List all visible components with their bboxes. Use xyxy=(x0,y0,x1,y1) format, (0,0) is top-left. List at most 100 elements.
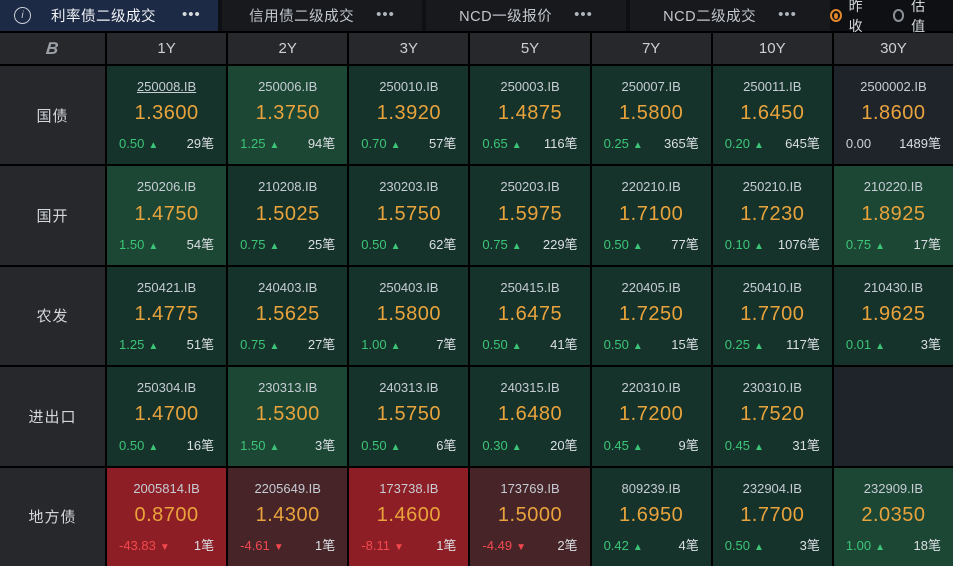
bond-code[interactable]: 240315.IB xyxy=(482,380,577,395)
bond-code[interactable]: 240313.IB xyxy=(361,380,456,395)
bond-cell[interactable]: 250006.IB1.37501.25▲94笔 xyxy=(228,66,347,164)
bond-cell[interactable]: 250210.IB1.72300.10▲1076笔 xyxy=(713,166,832,264)
bond-rate: 1.8600 xyxy=(846,102,941,125)
bond-code[interactable]: 250403.IB xyxy=(361,280,456,295)
cell-bottom-row: 0.45▲9笔 xyxy=(604,435,699,454)
tab-menu-dots-icon[interactable]: ••• xyxy=(778,6,797,23)
bond-cell[interactable]: 2500002.IB1.86000.001489笔 xyxy=(834,66,953,164)
bond-code[interactable]: 809239.IB xyxy=(604,481,699,496)
bond-code[interactable]: 250010.IB xyxy=(361,79,456,94)
bond-cell[interactable]: 240403.IB1.56250.75▲27笔 xyxy=(228,267,347,365)
bond-code[interactable]: 210430.IB xyxy=(846,280,941,295)
radio-selected-icon[interactable] xyxy=(830,9,842,22)
bond-code[interactable]: 250206.IB xyxy=(119,179,214,194)
bond-code[interactable]: 173738.IB xyxy=(361,481,456,496)
bond-code[interactable]: 250007.IB xyxy=(604,79,699,94)
bond-cell[interactable]: 232909.IB2.03501.00▲18笔 xyxy=(834,468,953,566)
change-value: 0.50▲ xyxy=(119,136,158,151)
bond-code[interactable]: 250421.IB xyxy=(119,280,214,295)
bond-code[interactable]: 230313.IB xyxy=(240,380,335,395)
bond-code[interactable]: 2205649.IB xyxy=(240,481,335,496)
bond-cell[interactable]: 250415.IB1.64750.50▲41笔 xyxy=(470,267,589,365)
trade-count: 16笔 xyxy=(187,435,214,454)
radio-1[interactable]: 昨收 xyxy=(830,0,873,36)
bond-code[interactable]: 250203.IB xyxy=(482,179,577,194)
bond-cell[interactable]: 250304.IB1.47000.50▲16笔 xyxy=(107,367,226,465)
bond-code[interactable]: 2005814.IB xyxy=(119,481,214,496)
bond-cell[interactable]: 210208.IB1.50250.75▲25笔 xyxy=(228,166,347,264)
bond-cell[interactable]: 250007.IB1.58000.25▲365笔 xyxy=(592,66,711,164)
tab-menu-dots-icon[interactable]: ••• xyxy=(182,6,201,23)
bond-cell[interactable]: 250003.IB1.48750.65▲116笔 xyxy=(470,66,589,164)
bond-cell[interactable]: 240313.IB1.57500.50▲6笔 xyxy=(349,367,468,465)
bond-code[interactable]: 250006.IB xyxy=(240,79,335,94)
radio-2[interactable]: 估值 xyxy=(893,0,936,36)
bond-cell[interactable]: 250421.IB1.47751.25▲51笔 xyxy=(107,267,226,365)
bond-cell[interactable]: 230310.IB1.75200.45▲31笔 xyxy=(713,367,832,465)
bond-cell[interactable]: 220310.IB1.72000.45▲9笔 xyxy=(592,367,711,465)
change-value: 0.10▲ xyxy=(725,237,764,252)
tab-4[interactable]: NCD二级成交••• xyxy=(630,0,830,31)
bond-code[interactable]: 230203.IB xyxy=(361,179,456,194)
change-number: -43.83 xyxy=(119,538,156,553)
bond-code[interactable]: 232909.IB xyxy=(846,481,941,496)
bond-cell[interactable]: 230313.IB1.53001.50▲3笔 xyxy=(228,367,347,465)
bond-cell[interactable]: 250206.IB1.47501.50▲54笔 xyxy=(107,166,226,264)
tab-menu-dots-icon[interactable]: ••• xyxy=(574,6,593,23)
tab-2[interactable]: 信用债二级成交••• xyxy=(222,0,422,31)
up-arrow-icon: ▲ xyxy=(754,341,764,352)
bond-cell[interactable]: 220210.IB1.71000.50▲77笔 xyxy=(592,166,711,264)
bond-cell[interactable]: 250203.IB1.59750.75▲229笔 xyxy=(470,166,589,264)
bond-cell[interactable]: 210220.IB1.89250.75▲17笔 xyxy=(834,166,953,264)
column-header-3Y: 3Y xyxy=(349,33,468,64)
up-arrow-icon: ▲ xyxy=(512,140,522,151)
bond-cell[interactable]: 250008.IB1.36000.50▲29笔 xyxy=(107,66,226,164)
bond-code[interactable]: 210208.IB xyxy=(240,179,335,194)
bond-code[interactable]: 250415.IB xyxy=(482,280,577,295)
bond-code[interactable]: 232904.IB xyxy=(725,481,820,496)
bond-cell[interactable]: 230203.IB1.57500.50▲62笔 xyxy=(349,166,468,264)
bond-code[interactable]: 250410.IB xyxy=(725,280,820,295)
bond-code[interactable]: 173769.IB xyxy=(482,481,577,496)
change-number: 0.50 xyxy=(119,136,144,151)
bond-cell[interactable]: 2205649.IB1.4300-4.61▼1笔 xyxy=(228,468,347,566)
bond-cell[interactable]: 250010.IB1.39200.70▲57笔 xyxy=(349,66,468,164)
bond-code[interactable]: 250304.IB xyxy=(119,380,214,395)
bond-code[interactable]: 250008.IB xyxy=(119,79,214,94)
bond-cell[interactable]: 2005814.IB0.8700-43.83▼1笔 xyxy=(107,468,226,566)
change-number: 0.50 xyxy=(361,237,386,252)
up-arrow-icon: ▲ xyxy=(269,140,279,151)
bond-code[interactable]: 230310.IB xyxy=(725,380,820,395)
bond-code[interactable]: 220310.IB xyxy=(604,380,699,395)
bond-cell[interactable]: 250403.IB1.58001.00▲7笔 xyxy=(349,267,468,365)
bond-cell[interactable]: 232904.IB1.77000.50▲3笔 xyxy=(713,468,832,566)
bond-cell[interactable]: 809239.IB1.69500.42▲4笔 xyxy=(592,468,711,566)
bond-code[interactable]: 250210.IB xyxy=(725,179,820,194)
radio-unselected-icon[interactable] xyxy=(893,9,905,22)
change-number: 1.00 xyxy=(361,337,386,352)
change-number: 0.45 xyxy=(604,438,629,453)
bond-code[interactable]: 220405.IB xyxy=(604,280,699,295)
bond-code[interactable]: 220210.IB xyxy=(604,179,699,194)
change-number: 1.00 xyxy=(846,538,871,553)
bond-code[interactable]: 240403.IB xyxy=(240,280,335,295)
tab-3[interactable]: NCD一级报价••• xyxy=(426,0,626,31)
bond-cell[interactable]: 250011.IB1.64500.20▲645笔 xyxy=(713,66,832,164)
bond-cell[interactable]: 250410.IB1.77000.25▲117笔 xyxy=(713,267,832,365)
info-icon[interactable]: i xyxy=(14,7,31,24)
bond-code[interactable]: 250003.IB xyxy=(482,79,577,94)
bond-code[interactable]: 210220.IB xyxy=(846,179,941,194)
price-mode-radio-group: 昨收估值 xyxy=(830,0,953,31)
bond-cell[interactable]: 173738.IB1.4600-8.11▼1笔 xyxy=(349,468,468,566)
bond-cell[interactable]: 210430.IB1.96250.01▲3笔 xyxy=(834,267,953,365)
bond-code[interactable]: 250011.IB xyxy=(725,79,820,94)
tab-menu-dots-icon[interactable]: ••• xyxy=(376,6,395,23)
row-label: 进出口 xyxy=(0,367,105,465)
change-value: 0.45▲ xyxy=(725,438,764,453)
bond-code[interactable]: 2500002.IB xyxy=(846,79,941,94)
cell-bottom-row: 0.75▲17笔 xyxy=(846,234,941,253)
bond-cell[interactable]: 220405.IB1.72500.50▲15笔 xyxy=(592,267,711,365)
tab-1[interactable]: i利率债二级成交••• xyxy=(0,0,218,31)
bond-cell[interactable]: 240315.IB1.64800.30▲20笔 xyxy=(470,367,589,465)
bond-cell[interactable]: 173769.IB1.5000-4.49▼2笔 xyxy=(470,468,589,566)
